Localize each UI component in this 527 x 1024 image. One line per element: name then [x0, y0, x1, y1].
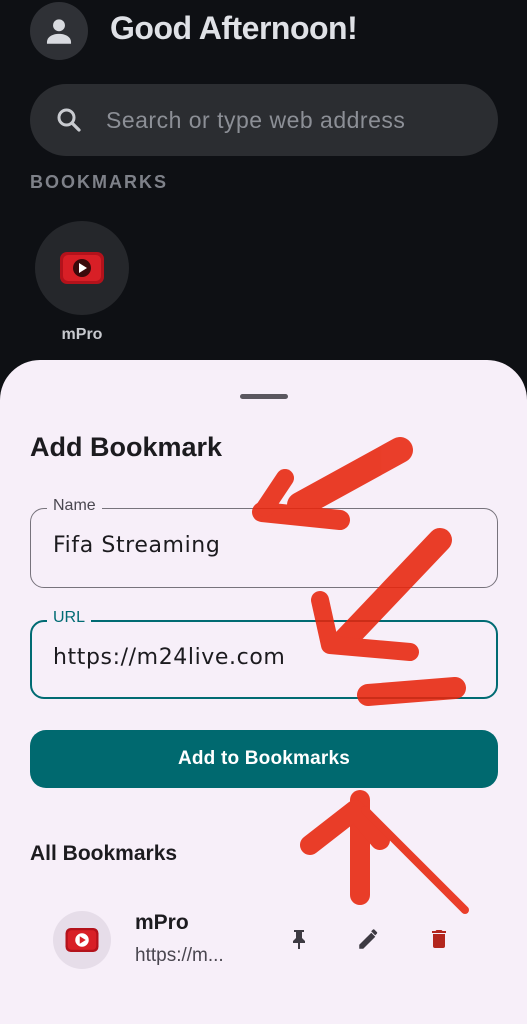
- add-to-bookmarks-button[interactable]: Add to Bookmarks: [30, 730, 498, 788]
- trash-icon: [432, 930, 446, 948]
- all-bookmarks-title: All Bookmarks: [30, 842, 178, 865]
- pencil-icon: [359, 929, 379, 949]
- search-icon: [57, 108, 81, 132]
- name-input-value[interactable]: Fifa Streaming: [53, 533, 220, 558]
- search-input[interactable]: [104, 105, 498, 135]
- bookmark-tile-label: mPro: [61, 326, 103, 343]
- search-bar[interactable]: [30, 84, 498, 156]
- bookmark-row-name[interactable]: mPro: [135, 911, 189, 935]
- pin-icon: [293, 930, 305, 949]
- greeting-title: Good Afternoon!: [110, 10, 358, 46]
- pin-button[interactable]: [281, 921, 317, 957]
- bookmark-tile-mpro[interactable]: [35, 221, 129, 315]
- bookmark-row-url: https://m...: [135, 945, 224, 966]
- url-input-value[interactable]: https://m24live.com: [53, 645, 285, 670]
- delete-button[interactable]: [421, 921, 457, 957]
- edit-button[interactable]: [351, 921, 387, 957]
- youtube-play-icon: [65, 928, 99, 952]
- bookmarks-section-label: BOOKMARKS: [30, 172, 168, 192]
- youtube-play-icon: [60, 252, 104, 284]
- name-field-label: Name: [47, 497, 102, 515]
- sheet-title: Add Bookmark: [30, 432, 223, 462]
- sheet-drag-handle[interactable]: [240, 394, 288, 399]
- profile-avatar[interactable]: [30, 2, 88, 60]
- person-icon: [46, 19, 72, 44]
- bookmark-row-icon: [53, 911, 111, 969]
- url-field-label: URL: [47, 609, 92, 627]
